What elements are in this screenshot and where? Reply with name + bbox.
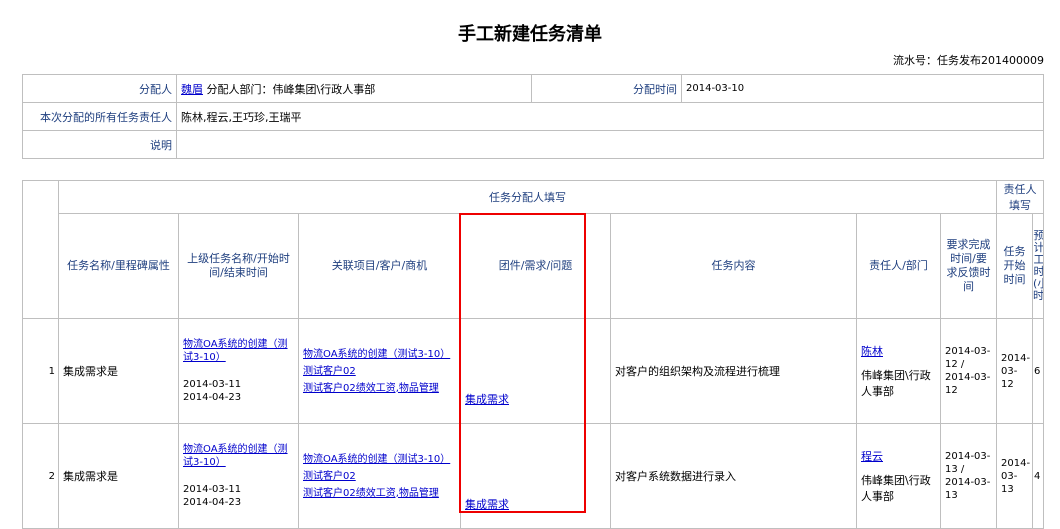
assign-time-label: 分配时间 bbox=[531, 74, 682, 103]
serial-number: 流水号：任务发布201400009 bbox=[893, 54, 1044, 67]
customer-link[interactable]: 测试客户02 bbox=[303, 366, 356, 377]
task-name: 集成需求是 bbox=[58, 318, 179, 424]
assign-time: 2014-03-10 bbox=[681, 74, 1044, 103]
description-label: 说明 bbox=[22, 130, 177, 159]
project-link[interactable]: 物流OA系统的创建（测试3-10） bbox=[303, 349, 450, 360]
col-header-task-name: 任务名称/里程碑属性 bbox=[58, 213, 179, 319]
task-name: 集成需求是 bbox=[58, 423, 179, 529]
assigner-cell: 魏眉 分配人部门：伟峰集团\行政人事部 bbox=[176, 74, 532, 103]
row-number: 2 bbox=[22, 423, 59, 529]
opportunity-link[interactable]: 测试客户02绩效工资,物品管理 bbox=[303, 488, 439, 499]
customer-link[interactable]: 测试客户02 bbox=[303, 471, 356, 482]
info-table: 分配人 魏眉 分配人部门：伟峰集团\行政人事部 分配时间 2014-03-10 … bbox=[22, 74, 1044, 159]
parent-task-link[interactable]: 物流OA系统的创建（测试3-10） bbox=[183, 339, 288, 363]
description-value bbox=[176, 130, 1044, 159]
table-row: 1 集成需求是 物流OA系统的创建（测试3-10） 2014-03-11 201… bbox=[22, 318, 1045, 424]
col-header-project: 关联项目/客户/商机 bbox=[298, 213, 461, 319]
task-start-time: 2014-03-13 bbox=[996, 423, 1034, 529]
opportunity-link[interactable]: 测试客户02绩效工资,物品管理 bbox=[303, 383, 439, 394]
person-dept: 伟峰集团\行政人事部 bbox=[861, 369, 931, 398]
table-row: 2 集成需求是 物流OA系统的创建（测试3-10） 2014-03-11 201… bbox=[22, 423, 1045, 529]
col-header-due: 要求完成时间/要求反馈时间 bbox=[939, 213, 998, 319]
project-cell: 物流OA系统的创建（测试3-10） 测试客户02 测试客户02绩效工资,物品管理 bbox=[298, 318, 461, 424]
person-link[interactable]: 陈林 bbox=[861, 345, 883, 358]
col-header-person: 责任人/部门 bbox=[856, 213, 941, 319]
parent-task-link[interactable]: 物流OA系统的创建（测试3-10） bbox=[183, 444, 288, 468]
due-time: 2014-03-12 / 2014-03-12 bbox=[939, 318, 998, 424]
estimated-hours: 6 bbox=[1032, 318, 1045, 424]
row-number: 1 bbox=[22, 318, 59, 424]
parent-task-cell: 物流OA系统的创建（测试3-10） 2014-03-11 2014-04-23 bbox=[178, 318, 299, 424]
person-dept: 伟峰集团\行政人事部 bbox=[861, 474, 931, 503]
parent-start: 2014-03-11 bbox=[183, 484, 242, 495]
due-time: 2014-03-13 / 2014-03-13 bbox=[939, 423, 998, 529]
col-header-requirement: 团件/需求/问题 bbox=[460, 213, 611, 319]
row-number-header bbox=[22, 180, 59, 319]
parent-end: 2014-04-23 bbox=[183, 497, 242, 508]
parent-start: 2014-03-11 bbox=[183, 379, 242, 390]
requirement-link[interactable]: 集成需求 bbox=[465, 393, 509, 406]
parent-end: 2014-04-23 bbox=[183, 392, 242, 403]
responsible-value: 陈林,程云,王巧珍,王瑞平 bbox=[176, 102, 1044, 131]
col-header-hours: 预计工时(小时) bbox=[1032, 213, 1045, 319]
task-table: 任务分配人填写 责任人填写 任务名称/里程碑属性 上级任务名称/开始时间/结束时… bbox=[22, 180, 1045, 529]
assigner-label: 分配人 bbox=[22, 74, 177, 103]
col-header-content: 任务内容 bbox=[610, 213, 857, 319]
task-start-time: 2014-03-12 bbox=[996, 318, 1034, 424]
page-title: 手工新建任务清单 bbox=[458, 24, 602, 45]
task-content: 对客户的组织架构及流程进行梳理 bbox=[610, 318, 857, 424]
parent-task-cell: 物流OA系统的创建（测试3-10） 2014-03-11 2014-04-23 bbox=[178, 423, 299, 529]
person-link[interactable]: 程云 bbox=[861, 450, 883, 463]
assigner-dept: 分配人部门：伟峰集团\行政人事部 bbox=[203, 82, 376, 96]
requirement-cell: 集成需求 bbox=[460, 318, 611, 424]
col-header-task-start: 任务开始时间 bbox=[996, 213, 1034, 319]
person-cell: 陈林 伟峰集团\行政人事部 bbox=[856, 318, 941, 424]
group-header-assigner: 任务分配人填写 bbox=[57, 180, 998, 214]
person-cell: 程云 伟峰集团\行政人事部 bbox=[856, 423, 941, 529]
estimated-hours: 4 bbox=[1032, 423, 1045, 529]
group-header-responsible: 责任人填写 bbox=[996, 180, 1045, 214]
project-link[interactable]: 物流OA系统的创建（测试3-10） bbox=[303, 454, 450, 465]
responsible-label: 本次分配的所有任务责任人 bbox=[22, 102, 177, 131]
requirement-cell: 集成需求 bbox=[460, 423, 611, 529]
col-header-parent-task: 上级任务名称/开始时间/结束时间 bbox=[178, 213, 299, 319]
task-content: 对客户系统数据进行录入 bbox=[610, 423, 857, 529]
project-cell: 物流OA系统的创建（测试3-10） 测试客户02 测试客户02绩效工资,物品管理 bbox=[298, 423, 461, 529]
assigner-link[interactable]: 魏眉 bbox=[181, 83, 203, 96]
